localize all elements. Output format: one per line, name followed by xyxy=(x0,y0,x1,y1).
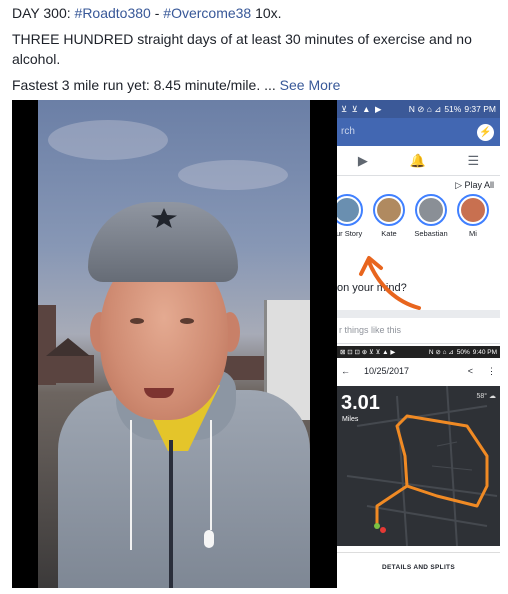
cloud-icon: ☁ xyxy=(489,393,496,400)
route-start-icon xyxy=(374,523,380,529)
story-label: Kate xyxy=(381,229,397,238)
right-eye xyxy=(180,318,194,324)
play-all-label: Play All xyxy=(464,180,494,190)
earbud-wire xyxy=(130,420,132,550)
status-bar: ⊠ ⊡ ⊡ ⊕ ⊻ ⊻ ▲ ▶ N ⊘ ⌂ ⊿ 50% 9:40 PM xyxy=(337,346,500,358)
back-arrow-icon: ← xyxy=(341,366,350,376)
story-label: our Story xyxy=(337,229,363,238)
story-avatar xyxy=(457,194,489,226)
distance-unit: Miles xyxy=(342,416,359,423)
post-line-1: DAY 300: #Roadto380 - #Overcome38 10x. xyxy=(12,3,492,23)
status-right-icons: N ⊘ ⌂ ⊿ xyxy=(408,103,442,114)
story-avatar xyxy=(373,194,405,226)
temperature: 58° xyxy=(476,393,488,400)
stories-row: our Story Kate Sebastian Mi xyxy=(337,194,500,248)
status-time: 9:40 PM xyxy=(472,348,497,356)
nav-row: ▶ 🔔 ☰ xyxy=(337,146,500,176)
battery-level: 50% xyxy=(456,348,470,356)
post-day-label: DAY 300: xyxy=(12,5,75,21)
video-tab-icon: ▶ xyxy=(357,152,368,168)
route-end-icon xyxy=(380,527,386,533)
orange-arrow-icon xyxy=(359,256,421,310)
hashtag-roadto380[interactable]: #Roadto380 xyxy=(75,5,151,21)
post-multiplier: 10x. xyxy=(251,5,282,21)
story-thumb xyxy=(337,198,359,222)
story-item: our Story xyxy=(337,194,365,248)
details-and-splits-button: DETAILS AND SPLITS xyxy=(337,552,500,582)
search-bar: rch ⚡ xyxy=(337,118,500,146)
notifications-bell-icon: 🔔 xyxy=(409,152,426,168)
story-thumb xyxy=(419,198,443,222)
left-eye xyxy=(130,318,144,324)
house-back xyxy=(44,355,94,383)
menu-icon: ☰ xyxy=(467,152,480,168)
story-item: Mi xyxy=(455,194,491,248)
story-thumb xyxy=(461,198,485,222)
run-date: 10/25/2017 xyxy=(364,366,410,376)
status-time: 9:37 PM xyxy=(464,104,496,114)
house-roof xyxy=(46,338,90,356)
status-icons: ⊠ ⊡ ⊡ ⊕ ⊻ ⊻ ▲ ▶ xyxy=(340,349,396,356)
post-line-2: THREE HUNDRED straight days of at least … xyxy=(12,31,472,67)
post-line-3: Fastest 3 mile run yet: 8.45 minute/mile… xyxy=(12,75,492,95)
post-text: DAY 300: #Roadto380 - #Overcome38 10x. T… xyxy=(12,3,492,101)
sky-cloud xyxy=(178,160,288,190)
more-options-icon: ⋮ xyxy=(487,365,496,376)
status-icons: ⊻ ⊻ ▲ ▶ xyxy=(341,103,383,114)
story-avatar xyxy=(415,194,447,226)
run-tracker-screenshot: ⊠ ⊡ ⊡ ⊕ ⊻ ⊻ ▲ ▶ N ⊘ ⌂ ⊿ 50% 9:40 PM ← 10… xyxy=(337,346,500,588)
sky-cloud xyxy=(48,120,168,160)
post-media[interactable]: ⊻ ⊻ ▲ ▶ N ⊘ ⌂ ⊿ 51% 9:37 PM rch ⚡ ▶ 🔔 ☰ … xyxy=(12,100,500,588)
status-right-icons: N ⊘ ⌂ ⊿ xyxy=(428,349,454,356)
share-icon: < xyxy=(467,366,473,376)
hoodie-zipper xyxy=(169,440,173,588)
weather-readout: 58° ☁ xyxy=(476,392,496,400)
story-item: Kate xyxy=(371,194,407,248)
status-bar: ⊻ ⊻ ▲ ▶ N ⊘ ⌂ ⊿ 51% 9:37 PM xyxy=(337,100,500,118)
hashtag-separator: - xyxy=(150,5,164,21)
things-placeholder: r things like this xyxy=(337,318,500,344)
messenger-icon: ⚡ xyxy=(477,123,494,141)
story-label: Mi xyxy=(469,229,477,238)
earbud-icon xyxy=(204,530,214,548)
run-distance: 3.01 xyxy=(341,392,380,414)
hashtag-overcome38[interactable]: #Overcome38 xyxy=(163,5,251,21)
run-header: ← 10/25/2017 < ⋮ xyxy=(337,358,500,384)
earbud-wire xyxy=(210,420,212,530)
route-map: 3.01 Miles 58° ☁ xyxy=(337,386,500,546)
post-fastest-run: Fastest 3 mile run yet: 8.45 minute/mile… xyxy=(12,77,276,93)
search-field: rch xyxy=(341,126,355,137)
story-item: Sebastian xyxy=(413,194,449,248)
battery-level: 51% xyxy=(444,104,462,114)
story-thumb xyxy=(377,198,401,222)
story-label: Sebastian xyxy=(414,229,448,238)
play-all-link: ▷ Play All xyxy=(455,180,494,190)
selfie-video[interactable] xyxy=(38,100,310,588)
story-avatar xyxy=(337,194,363,226)
facebook-app-screenshot: ⊻ ⊻ ▲ ▶ N ⊘ ⌂ ⊿ 51% 9:37 PM rch ⚡ ▶ 🔔 ☰ … xyxy=(337,100,500,346)
see-more-link[interactable]: See More xyxy=(280,77,341,93)
